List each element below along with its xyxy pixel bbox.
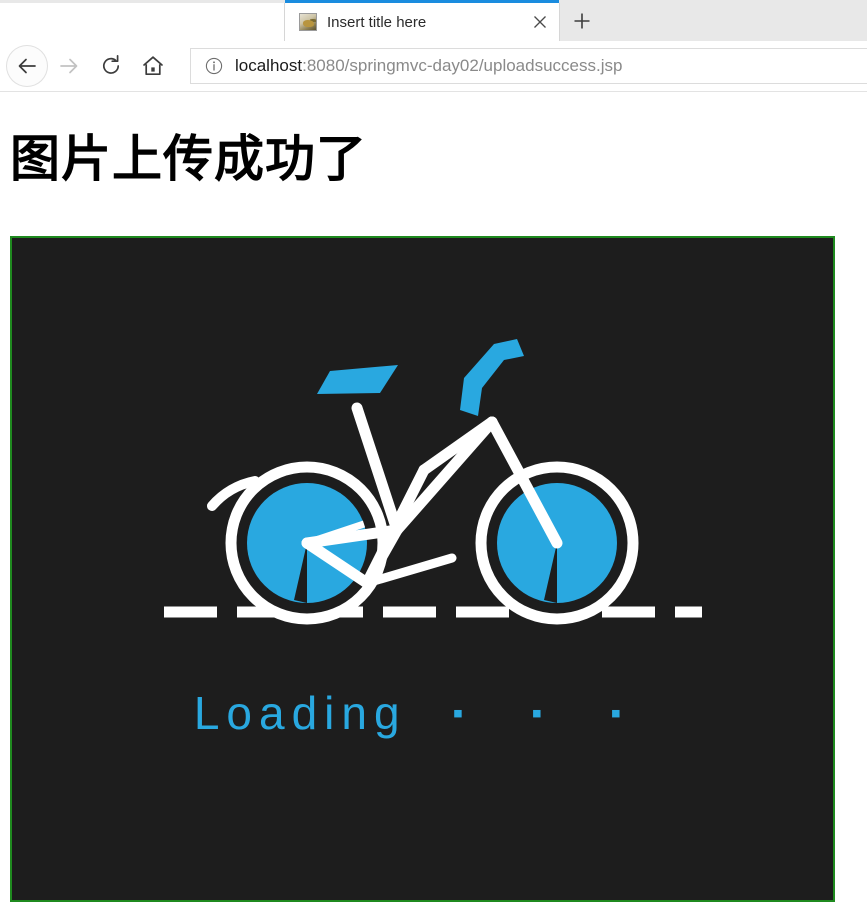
- tab-insert-title-here[interactable]: Insert title here: [285, 0, 560, 41]
- tab-strip-left-area: [0, 3, 285, 41]
- loading-dots: ▪ ▪ ▪: [452, 697, 652, 730]
- arrow-right-icon: [60, 58, 78, 74]
- address-bar[interactable]: localhost:8080/springmvc-day02/uploadsuc…: [190, 48, 867, 84]
- reload-button[interactable]: [90, 45, 132, 87]
- home-button[interactable]: [132, 45, 174, 87]
- page-title: 图片上传成功了: [10, 131, 367, 187]
- close-icon[interactable]: [527, 9, 553, 35]
- back-button[interactable]: [6, 45, 48, 87]
- arrow-left-icon: [18, 58, 36, 74]
- new-tab-button[interactable]: [562, 4, 602, 38]
- page-content: 图片上传成功了 Loading ▪ ▪ ▪: [0, 93, 867, 922]
- address-bar-text: localhost:8080/springmvc-day02/uploadsuc…: [235, 56, 622, 76]
- home-icon: [143, 56, 163, 76]
- browser-toolbar: localhost:8080/springmvc-day02/uploadsuc…: [0, 41, 867, 92]
- tab-strip-empty-area: [602, 3, 867, 41]
- uploaded-image: Loading ▪ ▪ ▪: [10, 236, 835, 902]
- loading-text: Loading: [193, 687, 407, 739]
- tab-title: Insert title here: [327, 13, 427, 31]
- reload-icon: [103, 54, 120, 74]
- info-circle-icon[interactable]: [205, 57, 223, 75]
- plus-icon: [574, 13, 590, 29]
- page-favicon-icon: [299, 13, 317, 31]
- address-bar-host: localhost: [235, 56, 303, 75]
- forward-button[interactable]: [48, 45, 90, 87]
- bicycle-loading-graphic: [12, 238, 833, 900]
- loading-label: Loading ▪ ▪ ▪: [12, 686, 833, 740]
- address-bar-path: :8080/springmvc-day02/uploadsuccess.jsp: [302, 56, 623, 75]
- tab-strip: Insert title here: [0, 0, 867, 41]
- browser-window: Insert title here localhost:8080/springm…: [0, 0, 867, 922]
